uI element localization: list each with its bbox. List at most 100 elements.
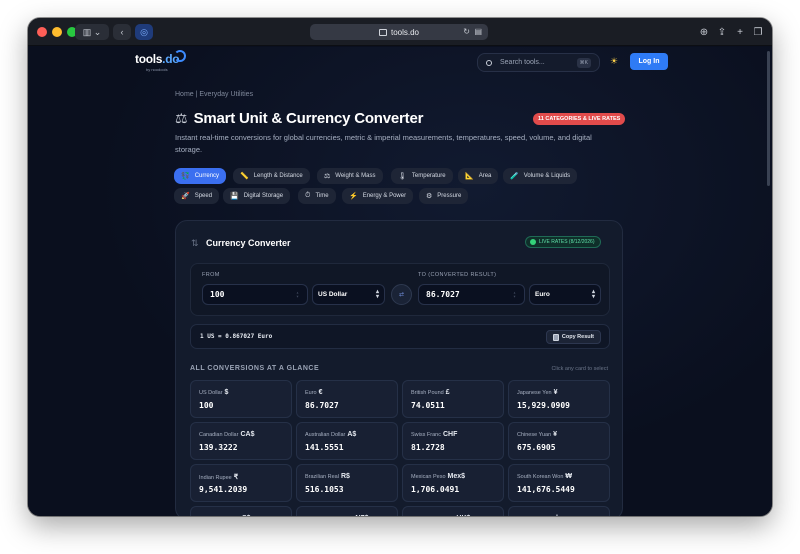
conversion-card[interactable]: South Korean Won ₩141,676.5449	[508, 464, 610, 502]
from-unit-value: US Dollar	[318, 291, 348, 298]
categories-badge: 11 CATEGORIES & LIVE RATES	[533, 113, 626, 125]
to-unit-select[interactable]: Euro ▴ ▾	[529, 284, 601, 305]
login-button[interactable]: Log In	[630, 53, 668, 70]
category-label: Weight & Mass	[335, 173, 376, 179]
currency-symbol: NZ$	[355, 515, 368, 516]
swap-icon: ⇄	[398, 292, 405, 298]
currency-name-text: Brazilian Real	[305, 474, 339, 480]
category-weight[interactable]: ⚖ Weight & Mass	[317, 168, 383, 184]
category-label: Time	[315, 193, 329, 199]
logo-text: tools	[135, 52, 163, 66]
currency-symbol: ₩	[565, 473, 572, 480]
rocket-icon: 🚀	[181, 193, 190, 200]
close-window-button[interactable]	[37, 27, 47, 37]
converted-value: 86.7027	[305, 401, 339, 410]
glance-title: ALL CONVERSIONS AT A GLANCE	[190, 365, 320, 372]
category-time[interactable]: ⏱ Time	[298, 188, 336, 204]
converted-value: 141.5551	[305, 443, 344, 452]
stepper-icon[interactable]: ▴ ▾	[513, 291, 518, 300]
category-length[interactable]: 📏 Length & Distance	[233, 168, 310, 184]
conversion-card[interactable]: Canadian Dollar CA$ 139.3222	[190, 422, 292, 460]
currency-name: Indian Rupee ₹	[199, 473, 238, 481]
conversion-card[interactable]: Euro €86.7027	[296, 380, 398, 418]
currency-name-text: Chinese Yuan	[517, 432, 552, 438]
site-favicon-icon: ◎	[140, 26, 148, 37]
category-label: Length & Distance	[253, 173, 303, 179]
browser-toolbar: ▥ ⌄ ‹ ◎ tools.do ▤ ↻ ⊕ ⇪ + ❐	[28, 18, 772, 46]
category-temperature[interactable]: 🌡 Temperature	[391, 168, 453, 184]
currency-name-text: Canadian Dollar	[199, 432, 239, 438]
conversion-card[interactable]: US Dollar $100	[190, 380, 292, 418]
back-button[interactable]: ‹	[113, 24, 131, 40]
download-icon[interactable]: ⊕	[696, 24, 712, 40]
currency-name-text: Euro	[305, 390, 317, 396]
live-rates-label: LIVE RATES (8/12/2026)	[539, 239, 595, 245]
page-subtitle: Instant real-time conversions for global…	[175, 133, 592, 154]
conversion-card[interactable]: Singapore DollarS$127.9831	[190, 506, 292, 516]
converted-value: 139.3222	[199, 443, 238, 452]
conversion-inputs: FROM TO (CONVERTED RESULT) 100 ▴ ▾ US Dol…	[190, 263, 610, 316]
category-pressure[interactable]: ⚙ Pressure	[419, 188, 469, 204]
scale-icon: ⚖	[175, 110, 188, 126]
stepper-icon[interactable]: ▴ ▾	[296, 291, 301, 300]
currency-symbol: €	[318, 389, 323, 396]
triangle-ruler-icon: 📐	[465, 173, 474, 180]
reader-icon[interactable]: ▤	[474, 27, 482, 36]
chevron-updown-icon: ▴ ▾	[375, 289, 379, 300]
share-icon[interactable]: ⇪	[714, 24, 730, 40]
conversion-card[interactable]: Indian Rupee ₹9,541.2039	[190, 464, 292, 502]
breadcrumb[interactable]: Home | Everyday Utilities	[175, 91, 253, 98]
category-area[interactable]: 📐 Area	[458, 168, 499, 184]
minimize-window-button[interactable]	[52, 27, 62, 37]
page-title: Smart Unit & Currency Converter	[193, 110, 424, 127]
conversion-card[interactable]: Chinese Yuan ¥675.6905	[508, 422, 610, 460]
title-row: ⚖ Smart Unit & Currency Converter	[175, 110, 423, 127]
address-bar[interactable]: tools.do ▤ ↻	[310, 24, 488, 40]
conversion-card[interactable]: Hong Kong DollarHK$784.7438	[402, 506, 504, 516]
from-amount-input[interactable]: 100 ▴ ▾	[202, 284, 308, 305]
conversion-card[interactable]: Japanese Yen ¥15,929.0909	[508, 380, 610, 418]
category-label: Area	[478, 173, 492, 179]
to-unit-value: Euro	[535, 291, 550, 298]
conversion-card[interactable]: Swiss Franc CHF 81.2728	[402, 422, 504, 460]
conversion-card[interactable]: Swedish Kronakr956.3154	[508, 506, 610, 516]
currency-name: New Zealand DollarNZ$	[305, 515, 368, 516]
currency-symbol: Mex$	[447, 473, 466, 480]
to-amount-output[interactable]: 86.7027 ▴ ▾	[418, 284, 525, 305]
category-speed[interactable]: 🚀 Speed	[174, 188, 220, 204]
new-tab-icon[interactable]: +	[732, 24, 748, 40]
conversion-card[interactable]: British Pound £74.0511	[402, 380, 504, 418]
category-digital-storage[interactable]: 💾 Digital Storage	[223, 188, 291, 204]
test-tube-icon: 🧪	[510, 173, 519, 180]
conversion-card[interactable]: New Zealand DollarNZ$170.6012	[296, 506, 398, 516]
clipboard-icon	[552, 333, 559, 341]
conversion-card[interactable]: Australian Dollar A$ 141.5551	[296, 422, 398, 460]
conversion-card[interactable]: Mexican Peso Mex$ 1,706.0491	[402, 464, 504, 502]
converter-title: Currency Converter	[206, 238, 291, 248]
browser-window: ▥ ⌄ ‹ ◎ tools.do ▤ ↻ ⊕ ⇪ + ❐ tools.do by…	[28, 18, 772, 516]
conversion-card[interactable]: Brazilian Real R$ 516.1053	[296, 464, 398, 502]
category-currency[interactable]: 💱 Currency	[174, 168, 227, 184]
page-icon	[378, 28, 387, 36]
logo-ring-icon	[174, 50, 186, 62]
converted-value: 74.0511	[411, 401, 445, 410]
swap-button[interactable]: ⇄	[391, 284, 412, 305]
sidebar-icon: ▥ ⌄	[82, 26, 102, 37]
reload-icon[interactable]: ↻	[463, 27, 470, 36]
currency-name-text: Swiss Franc	[411, 432, 441, 438]
tab-overview-icon[interactable]: ❐	[750, 24, 766, 40]
tab-favicon[interactable]: ◎	[135, 24, 153, 40]
gear-icon: ⚙	[426, 193, 433, 200]
sun-icon[interactable]: ☀	[610, 56, 618, 67]
from-unit-select[interactable]: US Dollar ▴ ▾	[312, 284, 385, 305]
site-logo[interactable]: tools.do	[135, 52, 180, 66]
currency-name: Singapore DollarS$	[199, 515, 251, 516]
category-energy[interactable]: ⚡ Energy & Power	[342, 188, 414, 204]
currency-name-text: Mexican Peso	[411, 474, 446, 480]
copy-result-button[interactable]: Copy Result	[545, 330, 601, 344]
logo-subtext: by noodools	[146, 67, 168, 72]
sidebar-toggle-button[interactable]: ▥ ⌄	[75, 24, 109, 40]
currency-symbol: £	[445, 389, 450, 396]
search-input[interactable]: Search tools... ⌘K	[477, 53, 600, 72]
category-volume[interactable]: 🧪 Volume & Liquids	[503, 168, 578, 184]
